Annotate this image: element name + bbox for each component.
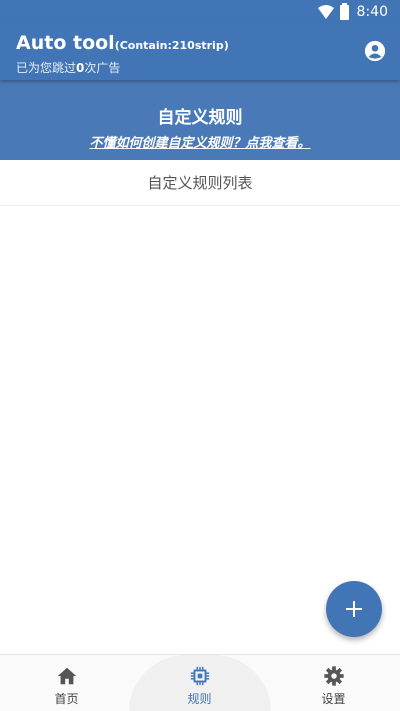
- add-rule-button[interactable]: [326, 581, 382, 637]
- nav-settings[interactable]: 设置: [267, 655, 400, 711]
- nav-settings-label: 设置: [321, 692, 346, 706]
- plus-icon: [346, 601, 362, 617]
- nav-rules-label: 规则: [187, 692, 212, 706]
- skip-counter: 已为您跳过0次广告: [16, 59, 120, 76]
- skip-prefix: 已为您跳过: [16, 61, 77, 75]
- home-icon: [57, 667, 76, 685]
- app-title-sub: (Contain:210strip): [114, 39, 229, 52]
- battery-icon: [339, 2, 349, 20]
- chip-icon: [190, 666, 209, 686]
- custom-rules-banner: 自定义规则 不懂如何创建自定义规则？点我查看。: [0, 80, 400, 160]
- nav-home[interactable]: 首页: [0, 655, 133, 711]
- skip-suffix: 次广告: [84, 61, 121, 75]
- status-bar: 8:40: [0, 0, 400, 24]
- app-title: Auto tool(Contain:210strip): [16, 32, 229, 54]
- help-link[interactable]: 不懂如何创建自定义规则？点我查看。: [0, 132, 400, 151]
- account-circle-icon[interactable]: [364, 40, 386, 62]
- bottom-navigation: 首页 规则 设置: [0, 654, 400, 711]
- app-title-main: Auto tool: [16, 32, 115, 54]
- app-bar: Auto tool(Contain:210strip) 已为您跳过0次广告: [0, 24, 400, 80]
- rule-list-header: 自定义规则列表: [0, 160, 400, 206]
- wifi-icon: [317, 5, 334, 19]
- nav-home-label: 首页: [54, 692, 79, 706]
- nav-rules[interactable]: 规则: [129, 655, 271, 711]
- gear-icon: [323, 666, 344, 686]
- status-time: 8:40: [356, 4, 388, 20]
- banner-title: 自定义规则: [157, 108, 243, 128]
